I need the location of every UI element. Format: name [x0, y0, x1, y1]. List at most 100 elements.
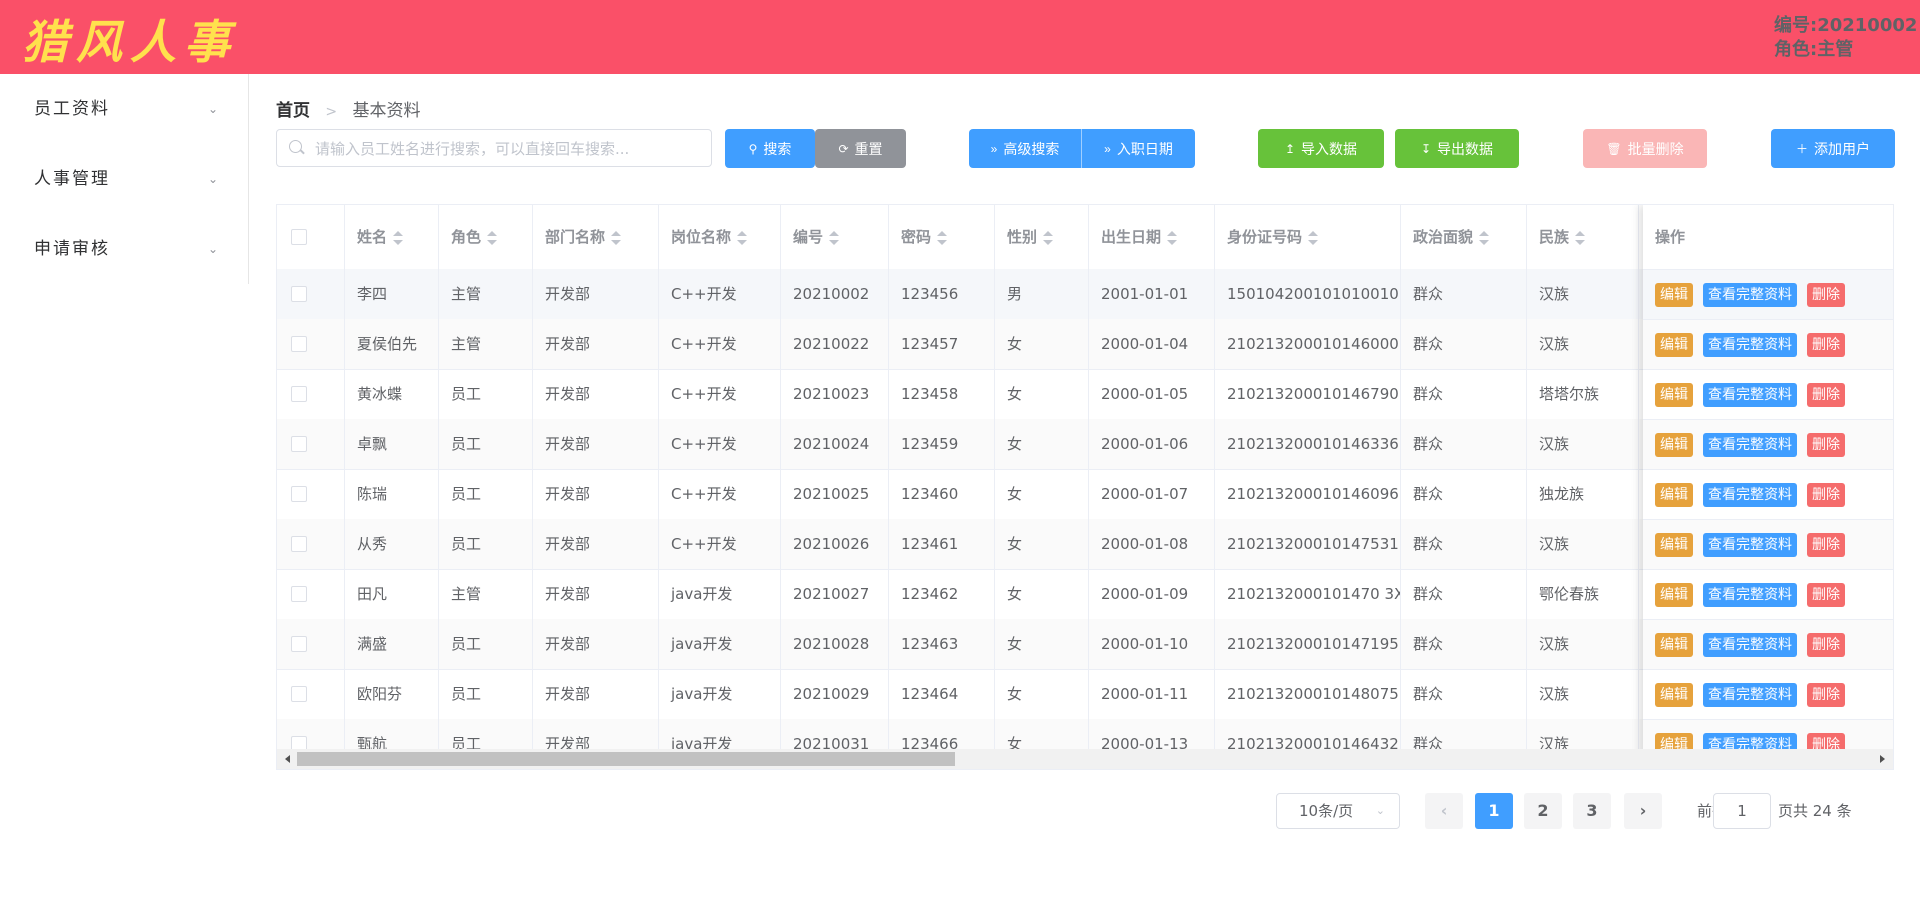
- view-full-profile-button[interactable]: 查看完整资料: [1703, 282, 1797, 307]
- sort-icon[interactable]: [1043, 230, 1054, 246]
- column-header-ethnicity[interactable]: 民族: [1527, 205, 1639, 269]
- edit-button[interactable]: 编辑: [1655, 632, 1693, 657]
- delete-button[interactable]: 删除: [1807, 382, 1845, 407]
- sort-icon[interactable]: [487, 230, 498, 246]
- delete-button[interactable]: 删除: [1807, 332, 1845, 357]
- delete-button[interactable]: 删除: [1807, 682, 1845, 707]
- edit-button[interactable]: 编辑: [1655, 582, 1693, 607]
- goto-page-input[interactable]: [1713, 793, 1771, 829]
- horizontal-scrollbar[interactable]: [277, 749, 1893, 769]
- batch-delete-button[interactable]: 🗑 批量删除: [1583, 129, 1707, 168]
- add-user-button[interactable]: ＋ 添加用户: [1771, 129, 1895, 168]
- delete-button[interactable]: 删除: [1807, 582, 1845, 607]
- sort-icon[interactable]: [1308, 230, 1319, 246]
- scrollbar-thumb[interactable]: [297, 752, 955, 766]
- cell-id: 20210026: [781, 519, 889, 569]
- column-header-id-number[interactable]: 身份证号码: [1215, 205, 1401, 269]
- entry-date-button[interactable]: » 入职日期: [1082, 129, 1195, 168]
- page-size-select[interactable]: 10条/页 ⌄: [1276, 793, 1400, 829]
- edit-button[interactable]: 编辑: [1655, 682, 1693, 707]
- view-full-profile-button[interactable]: 查看完整资料: [1703, 382, 1797, 407]
- view-full-profile-button[interactable]: 查看完整资料: [1703, 682, 1797, 707]
- scroll-left-icon[interactable]: [285, 755, 290, 763]
- cell-gender: 女: [995, 519, 1089, 569]
- cell-birth-date: 2000-01-09: [1089, 569, 1215, 619]
- view-full-profile-button[interactable]: 查看完整资料: [1703, 332, 1797, 357]
- cell-department: 开发部: [533, 619, 659, 669]
- sort-icon[interactable]: [393, 230, 404, 246]
- export-data-button[interactable]: ↧ 导出数据: [1395, 129, 1519, 168]
- column-header-birth-date[interactable]: 出生日期: [1089, 205, 1215, 269]
- edit-button[interactable]: 编辑: [1655, 282, 1693, 307]
- cell-position: C++开发: [659, 369, 781, 419]
- column-header-id[interactable]: 编号: [781, 205, 889, 269]
- column-header-political-status[interactable]: 政治面貌: [1401, 205, 1527, 269]
- row-select-cell: [277, 419, 345, 469]
- column-header-position[interactable]: 岗位名称: [659, 205, 781, 269]
- cell-ethnicity: 汉族: [1527, 519, 1639, 569]
- view-full-profile-button[interactable]: 查看完整资料: [1703, 532, 1797, 557]
- column-header-department[interactable]: 部门名称: [533, 205, 659, 269]
- row-checkbox[interactable]: [291, 636, 307, 652]
- view-full-profile-button[interactable]: 查看完整资料: [1703, 432, 1797, 457]
- edit-button[interactable]: 编辑: [1655, 382, 1693, 407]
- delete-button[interactable]: 删除: [1807, 482, 1845, 507]
- select-all-checkbox[interactable]: [291, 229, 307, 245]
- delete-button[interactable]: 删除: [1807, 532, 1845, 557]
- edit-button[interactable]: 编辑: [1655, 332, 1693, 357]
- operations-row: 编辑 查看完整资料 删除: [1643, 470, 1893, 520]
- cell-password: 123460: [889, 469, 995, 519]
- column-header-password[interactable]: 密码: [889, 205, 995, 269]
- search-input[interactable]: [313, 136, 707, 162]
- page-button-2[interactable]: 2: [1524, 793, 1562, 829]
- edit-button[interactable]: 编辑: [1655, 432, 1693, 457]
- import-data-button[interactable]: ↥ 导入数据: [1258, 129, 1384, 168]
- row-checkbox[interactable]: [291, 386, 307, 402]
- sidebar-item-hr-management[interactable]: 人事管理 ⌄: [0, 144, 248, 214]
- breadcrumb-home[interactable]: 首页: [276, 101, 310, 121]
- view-full-profile-button[interactable]: 查看完整资料: [1703, 632, 1797, 657]
- row-checkbox[interactable]: [291, 436, 307, 452]
- row-checkbox[interactable]: [291, 336, 307, 352]
- row-checkbox[interactable]: [291, 686, 307, 702]
- cell-id: 20210027: [781, 569, 889, 619]
- prev-page-button[interactable]: ‹: [1425, 793, 1463, 829]
- cell-role: 员工: [439, 419, 533, 469]
- cell-department: 开发部: [533, 569, 659, 619]
- search-icon: [289, 140, 302, 153]
- sort-icon[interactable]: [937, 230, 948, 246]
- search-button[interactable]: ⚲ 搜索: [725, 129, 815, 168]
- page-button-3[interactable]: 3: [1573, 793, 1611, 829]
- view-full-profile-button[interactable]: 查看完整资料: [1703, 482, 1797, 507]
- row-checkbox[interactable]: [291, 536, 307, 552]
- sidebar-item-approvals[interactable]: 申请审核 ⌄: [0, 214, 248, 284]
- row-checkbox[interactable]: [291, 586, 307, 602]
- cell-id-number: 210213200010146096: [1215, 469, 1401, 519]
- column-header-gender[interactable]: 性别: [995, 205, 1089, 269]
- column-header-name[interactable]: 姓名: [345, 205, 439, 269]
- sidebar-item-employee-info[interactable]: 员工资料 ⌄: [0, 74, 248, 144]
- delete-button[interactable]: 删除: [1807, 282, 1845, 307]
- delete-button[interactable]: 删除: [1807, 432, 1845, 457]
- operations-row: 编辑 查看完整资料 删除: [1643, 420, 1893, 470]
- row-checkbox[interactable]: [291, 286, 307, 302]
- page-button-1[interactable]: 1: [1475, 793, 1513, 829]
- cell-role: 员工: [439, 619, 533, 669]
- column-header-role[interactable]: 角色: [439, 205, 533, 269]
- reset-button[interactable]: ⟳ 重置: [815, 129, 906, 168]
- sort-icon[interactable]: [1479, 230, 1490, 246]
- edit-button[interactable]: 编辑: [1655, 532, 1693, 557]
- sort-icon[interactable]: [829, 230, 840, 246]
- row-checkbox[interactable]: [291, 486, 307, 502]
- next-page-button[interactable]: ›: [1624, 793, 1662, 829]
- view-full-profile-button[interactable]: 查看完整资料: [1703, 582, 1797, 607]
- edit-button[interactable]: 编辑: [1655, 482, 1693, 507]
- sort-icon[interactable]: [737, 230, 748, 246]
- scroll-right-icon[interactable]: [1880, 755, 1885, 763]
- sort-icon[interactable]: [1575, 230, 1586, 246]
- sort-icon[interactable]: [1167, 230, 1178, 246]
- sort-icon[interactable]: [611, 230, 622, 246]
- delete-button[interactable]: 删除: [1807, 632, 1845, 657]
- cell-gender: 女: [995, 469, 1089, 519]
- advanced-search-button[interactable]: » 高级搜索: [969, 129, 1082, 168]
